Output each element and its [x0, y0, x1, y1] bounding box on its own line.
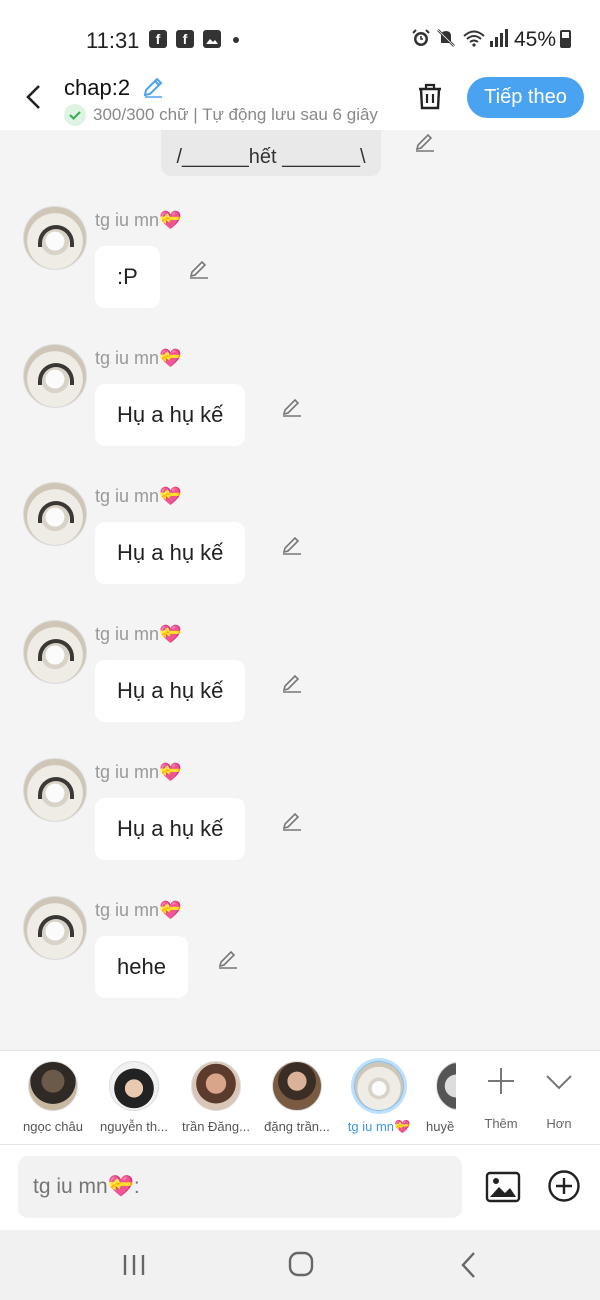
avatar[interactable]: [23, 344, 87, 408]
chapter-title[interactable]: chap:2: [64, 75, 130, 101]
avatar[interactable]: [23, 620, 87, 684]
message-bubble[interactable]: Hụ a hụ kế: [95, 798, 246, 860]
avatar: [109, 1061, 159, 1111]
character-name: nguyễn th...: [100, 1119, 168, 1134]
pencil-icon[interactable]: [280, 395, 304, 419]
avatar: [354, 1061, 404, 1111]
image-icon[interactable]: [485, 1169, 521, 1205]
message-author: tg iu mn💝: [95, 762, 182, 782]
editor-header: chap:2 300/300 chữ | Tự động lưu sau 6 g…: [0, 72, 600, 130]
message-bubble[interactable]: hehe: [95, 936, 188, 998]
plus-icon: [488, 1068, 514, 1094]
trash-icon[interactable]: [414, 80, 446, 112]
chat-message: tg iu mn💝 Hụ a hụ kế: [0, 758, 600, 896]
avatar[interactable]: [23, 758, 87, 822]
back-nav-icon[interactable]: [450, 1248, 490, 1282]
character-selector: ngọc châu nguyễn th... trần Đăng... đặng…: [0, 1050, 600, 1145]
message-bubble[interactable]: Hụ a hụ kế: [95, 660, 246, 722]
next-button[interactable]: Tiếp theo: [467, 77, 584, 118]
character-name: trần Đăng...: [182, 1119, 250, 1134]
check-icon: [64, 104, 86, 126]
avatar[interactable]: [23, 896, 87, 960]
chat-message: tg iu mn💝 :P: [0, 206, 600, 344]
chat-area[interactable]: /______hết _______\ tg iu mn💝 :P tg iu m…: [0, 130, 600, 1050]
status-time: 11:31: [86, 28, 140, 53]
pencil-icon[interactable]: [140, 74, 166, 100]
more-label: Hơn: [546, 1116, 572, 1131]
pencil-icon[interactable]: [187, 257, 211, 281]
character-item[interactable]: ngọc châu: [12, 1061, 94, 1134]
add-character-button[interactable]: Thêm: [476, 1063, 526, 1131]
message-author: tg iu mn💝: [95, 624, 182, 644]
character-item[interactable]: đặng trần...: [256, 1061, 338, 1134]
wifi-icon: [463, 30, 485, 47]
notification-dot-icon: [233, 37, 239, 43]
message-author: tg iu mn💝: [95, 900, 182, 920]
status-bar: 11:31 f f 45%: [0, 0, 600, 72]
facebook-icon: f: [149, 30, 167, 48]
add-label: Thêm: [484, 1116, 518, 1131]
avatar[interactable]: [23, 482, 87, 546]
alarm-icon: [412, 29, 430, 46]
character-item[interactable]: trần Đăng...: [175, 1061, 257, 1134]
back-arrow-icon[interactable]: [20, 82, 50, 112]
character-name: tg iu mn💝: [347, 1119, 411, 1134]
message-bubble[interactable]: /______hết _______\: [161, 130, 381, 176]
mute-icon: [437, 29, 455, 47]
message-bubble[interactable]: :P: [95, 246, 160, 308]
pencil-icon[interactable]: [280, 671, 304, 695]
recent-apps-icon[interactable]: [114, 1248, 154, 1282]
composer: [0, 1145, 600, 1230]
chat-message: tg iu mn💝 Hụ a hụ kế: [0, 620, 600, 758]
chat-message: tg iu mn💝 hehe: [0, 896, 600, 1034]
avatar: [191, 1061, 241, 1111]
character-item[interactable]: nguyễn th...: [93, 1061, 175, 1134]
character-name: ngọc châu: [23, 1119, 83, 1134]
more-button[interactable]: Hơn: [534, 1063, 584, 1131]
pencil-icon[interactable]: [413, 130, 437, 154]
avatar[interactable]: [23, 206, 87, 270]
battery-icon: [560, 30, 571, 48]
avatar: [28, 1061, 78, 1111]
message-input[interactable]: [18, 1156, 462, 1218]
message-author: tg iu mn💝: [95, 210, 182, 230]
autosave-status: 300/300 chữ | Tự động lưu sau 6 giây: [93, 105, 378, 124]
chat-message: tg iu mn💝 Hụ a hụ kế: [0, 482, 600, 620]
gallery-icon: [203, 30, 221, 48]
system-nav-bar: [0, 1230, 600, 1300]
facebook-icon: f: [176, 30, 194, 48]
plus-circle-icon[interactable]: [547, 1169, 581, 1203]
chevron-down-icon: [546, 1075, 572, 1090]
message-author: tg iu mn💝: [95, 486, 182, 506]
pencil-icon[interactable]: [280, 809, 304, 833]
message-author: tg iu mn💝: [95, 348, 182, 368]
character-name: huyề: [426, 1119, 455, 1134]
character-name: đặng trần...: [264, 1119, 330, 1134]
battery-percent: 45%: [514, 28, 557, 51]
signal-icon: [490, 29, 508, 47]
home-icon[interactable]: [281, 1248, 321, 1282]
character-item[interactable]: huyề: [418, 1061, 456, 1134]
pencil-icon[interactable]: [216, 947, 240, 971]
message-bubble[interactable]: Hụ a hụ kế: [95, 384, 246, 446]
avatar: [436, 1061, 456, 1111]
character-item[interactable]: tg iu mn💝: [338, 1061, 420, 1135]
avatar: [272, 1061, 322, 1111]
chat-message: tg iu mn💝 Hụ a hụ kế: [0, 344, 600, 482]
message-bubble[interactable]: Hụ a hụ kế: [95, 522, 246, 584]
pencil-icon[interactable]: [280, 533, 304, 557]
